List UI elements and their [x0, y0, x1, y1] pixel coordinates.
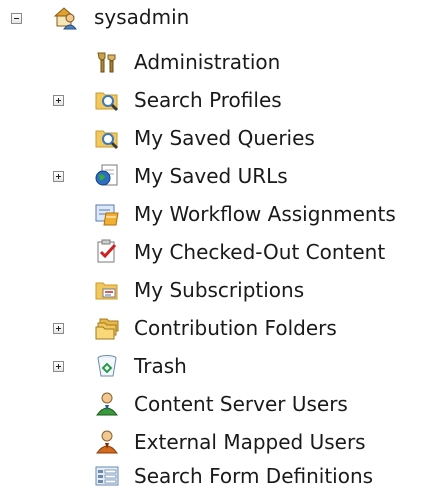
tree-item-label: Search Profiles [134, 88, 282, 112]
tree-item-administration[interactable]: Administration [0, 43, 435, 81]
tree-item-external-mapped-users[interactable]: External Mapped Users [0, 423, 435, 461]
tree-item-search-form-definitions[interactable]: Search Form Definitions [0, 457, 435, 495]
tree-item-content-server-users[interactable]: Content Server Users [0, 385, 435, 423]
collapse-toggle-icon[interactable] [11, 13, 22, 24]
globe-page-icon [94, 163, 120, 189]
tree-item-label: Administration [134, 50, 281, 74]
tree-item-label: External Mapped Users [134, 430, 366, 454]
trash-icon [94, 353, 120, 379]
tree-item-label: My Saved URLs [134, 164, 288, 188]
folders-stack-icon [94, 315, 120, 341]
tree-item-label: My Subscriptions [134, 278, 305, 302]
tree-item-my-checked-out-content[interactable]: My Checked-Out Content [0, 233, 435, 271]
tree-item-my-workflow-assignments[interactable]: My Workflow Assignments [0, 195, 435, 233]
subscriptions-folder-icon [94, 277, 120, 303]
expand-toggle-icon[interactable] [53, 171, 64, 182]
tree-item-trash[interactable]: Trash [0, 347, 435, 385]
tree-root-label: sysadmin [94, 5, 190, 29]
tree-item-label: Search Form Definitions [134, 464, 374, 488]
expand-toggle-icon[interactable] [53, 95, 64, 106]
checked-out-icon [94, 239, 120, 265]
tree-item-contribution-folders[interactable]: Contribution Folders [0, 309, 435, 347]
form-definition-icon [94, 463, 120, 489]
tree-item-my-subscriptions[interactable]: My Subscriptions [0, 271, 435, 309]
tree-item-label: My Workflow Assignments [134, 202, 396, 226]
expand-toggle-icon[interactable] [53, 361, 64, 372]
tree-item-label: Trash [134, 354, 187, 378]
tree-item-label: Content Server Users [134, 392, 348, 416]
search-folder-icon [94, 125, 120, 151]
user-orange-icon [94, 429, 120, 455]
tree-item-my-saved-queries[interactable]: My Saved Queries [0, 119, 435, 157]
search-folder-icon [94, 87, 120, 113]
user-home-icon [52, 4, 78, 30]
admin-tools-icon [94, 49, 120, 75]
expand-toggle-icon[interactable] [53, 323, 64, 334]
tree-item-search-profiles[interactable]: Search Profiles [0, 81, 435, 119]
tree-root-sysadmin[interactable]: sysadmin [0, 4, 435, 42]
user-green-icon [94, 391, 120, 417]
tree-item-label: My Checked-Out Content [134, 240, 386, 264]
tree-item-label: My Saved Queries [134, 126, 315, 150]
navigation-tree: sysadmin Administration Search Profiles [0, 0, 435, 491]
tree-item-label: Contribution Folders [134, 316, 337, 340]
tree-item-my-saved-urls[interactable]: My Saved URLs [0, 157, 435, 195]
workflow-icon [94, 201, 120, 227]
